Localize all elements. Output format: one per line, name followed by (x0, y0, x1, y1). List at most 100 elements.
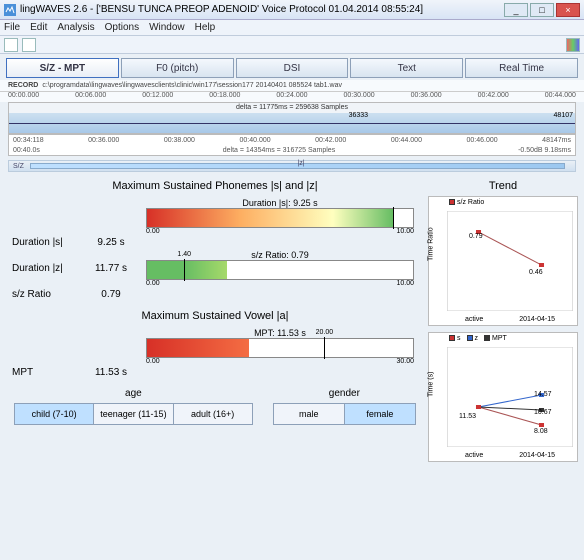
tab-f0[interactable]: F0 (pitch) (121, 58, 234, 78)
mpt-label: MPT (6, 367, 86, 378)
tick: 00:36.000 (411, 92, 442, 102)
tick: 00:38.000 (164, 137, 195, 144)
tick: 00:44.000 (391, 137, 422, 144)
chart-icon[interactable] (566, 38, 580, 52)
dur-z-label: Duration |z| (6, 263, 86, 274)
legend-item: s (457, 335, 461, 342)
sz-mid: |z| (297, 160, 304, 167)
sz-scroll-track[interactable]: |z| (30, 163, 565, 169)
age-child[interactable]: child (7-10) (15, 404, 94, 424)
menu-edit[interactable]: Edit (30, 22, 47, 33)
record-label: RECORD (8, 82, 38, 89)
tabbar: S/Z - MPT F0 (pitch) DSI Text Real Time (6, 58, 578, 78)
gender-female[interactable]: female (345, 404, 415, 424)
gender-group: male female (273, 403, 416, 425)
tick: 00:36.000 (88, 137, 119, 144)
gauge-mpt: 20.00 (146, 338, 414, 358)
dur-z-val: 11.77 s (86, 263, 136, 274)
menu-options[interactable]: Options (105, 22, 139, 33)
scale: 0.00 (146, 358, 160, 365)
legend-item: MPT (492, 335, 507, 342)
gender-title: gender (273, 388, 416, 399)
sz-label: S/Z (13, 163, 24, 170)
data-label: 11.53 (459, 413, 476, 420)
ratio-label: s/z Ratio (6, 289, 86, 300)
xtick: 2014-04-15 (519, 316, 555, 323)
waveform-overview[interactable]: delta = 11775ms = 259638 Samples 36333 4… (8, 102, 576, 134)
xtick: 2014-04-15 (519, 452, 555, 459)
mark-label: 20.00 (316, 329, 334, 336)
gender-male[interactable]: male (274, 404, 345, 424)
tick: 00:40.000 (239, 137, 270, 144)
data-label: 0.46 (529, 269, 543, 276)
y-axis-label: Time (s) (428, 372, 435, 397)
tab-realtime[interactable]: Real Time (465, 58, 578, 78)
sel-start: 36333 (349, 112, 368, 119)
dur-s-val: 9.25 s (86, 237, 136, 248)
scale: 10.00 (396, 228, 414, 235)
scale: 10.00 (396, 280, 414, 287)
age-teen[interactable]: teenager (11-15) (94, 404, 173, 424)
legend-item: s/z Ratio (457, 199, 484, 206)
close-button[interactable]: × (556, 3, 580, 17)
trend-chart-time: s z MPT Time (s) 11.53 8.08 14.57 10.67 … (428, 332, 578, 462)
audio-track[interactable]: 36333 48107 (9, 113, 575, 133)
minimize-button[interactable]: _ (504, 3, 528, 17)
menu-analysis[interactable]: Analysis (57, 22, 94, 33)
sz-scrollbar[interactable]: S/Z |z| (8, 160, 576, 172)
tick: 00:42.000 (478, 92, 509, 102)
toolbar-icon-1[interactable] (4, 38, 18, 52)
menu-help[interactable]: Help (195, 22, 216, 33)
tick: 00:00.000 (8, 92, 39, 102)
tick: 00:44.000 (545, 92, 576, 102)
tick: 00:06.000 (75, 92, 106, 102)
legend-item: z (475, 335, 479, 342)
gauge-mpt-title: MPT: 11.53 s (136, 328, 424, 338)
mark-label: 1.40 (177, 251, 191, 258)
tab-text[interactable]: Text (350, 58, 463, 78)
record-bar: RECORD c:\programdata\lingwaves\lingwave… (0, 80, 584, 92)
age-group: child (7-10) teenager (11-15) adult (16+… (14, 403, 253, 425)
ratio-val: 0.79 (86, 289, 136, 300)
menubar: File Edit Analysis Options Window Help (0, 20, 584, 36)
window-title: lingWAVES 2.6 - ['BENSU TUNCA PREOP ADEN… (20, 4, 504, 15)
y-axis-label: Time Ratio (428, 227, 435, 261)
maximize-button[interactable]: □ (530, 3, 554, 17)
tick: 00:40.0s (13, 147, 40, 154)
gauge-duration-s (146, 208, 414, 228)
tick: 00:42.000 (315, 137, 346, 144)
tick: 00:18.000 (209, 92, 240, 102)
toolbar-icon-2[interactable] (22, 38, 36, 52)
data-label: 10.67 (534, 409, 552, 416)
xtick: active (465, 452, 483, 459)
labels-track[interactable]: 00:34:118 00:36.000 00:38.000 00:40.000 … (8, 134, 576, 156)
tick: 00:24.000 (276, 92, 307, 102)
gauge-sz-ratio: 1.40 (146, 260, 414, 280)
scale: 0.00 (146, 228, 160, 235)
age-title: age (14, 388, 253, 399)
app-icon (4, 4, 16, 16)
trend-title: Trend (428, 180, 578, 192)
mpt-val: 11.53 s (86, 367, 136, 378)
tick: 00:46.000 (467, 137, 498, 144)
data-label: 14.57 (534, 391, 552, 398)
xtick: active (465, 316, 483, 323)
tick: 00:30.000 (343, 92, 374, 102)
tab-dsi[interactable]: DSI (236, 58, 349, 78)
age-adult[interactable]: adult (16+) (174, 404, 252, 424)
phoneme-title: Maximum Sustained Phonemes |s| and |z| (6, 180, 424, 192)
tick: 00:12.000 (142, 92, 173, 102)
delta-readout-top: delta = 11775ms = 259638 Samples (9, 103, 575, 113)
gauge1-title: Duration |s|: 9.25 s (136, 198, 424, 208)
tab-sz-mpt[interactable]: S/Z - MPT (6, 58, 119, 78)
menu-window[interactable]: Window (149, 22, 185, 33)
menu-file[interactable]: File (4, 22, 20, 33)
tick: -0.50dB 9.18sms (518, 147, 571, 154)
data-label: 0.79 (469, 233, 483, 240)
vowel-title: Maximum Sustained Vowel |a| (6, 310, 424, 322)
time-ruler-top: 00:00.000 00:06.000 00:12.000 00:18.000 … (0, 92, 584, 102)
scale: 0.00 (146, 280, 160, 287)
record-path: c:\programdata\lingwaves\lingwavesclient… (42, 82, 342, 89)
toolbar (0, 36, 584, 54)
data-label: 8.08 (534, 428, 548, 435)
